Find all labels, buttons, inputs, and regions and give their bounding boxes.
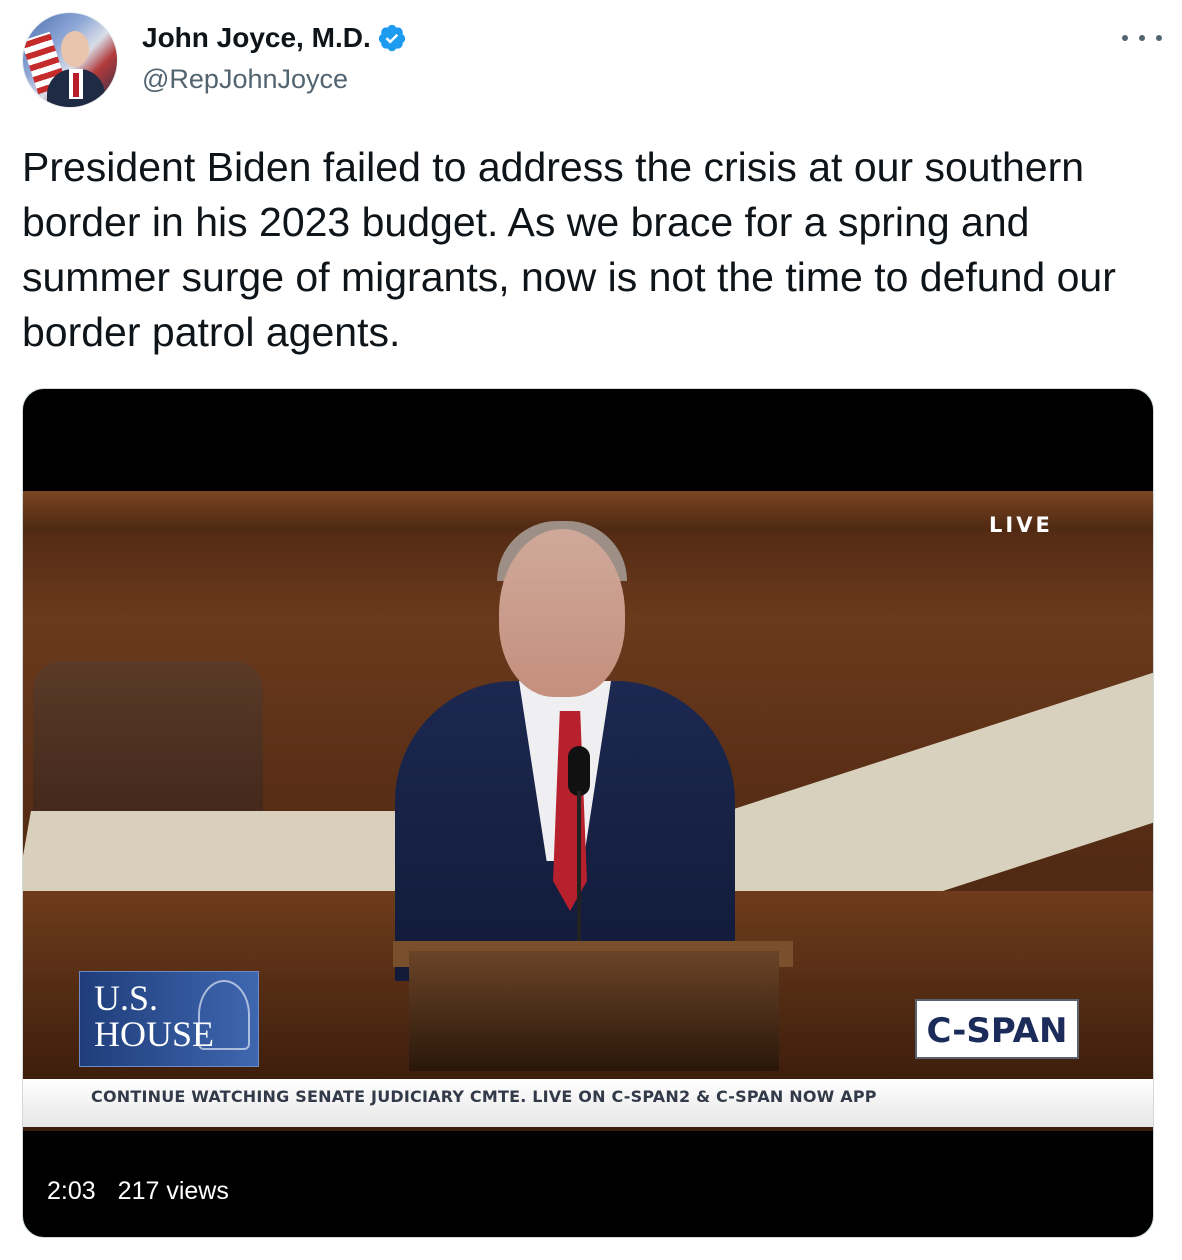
tweet-header: John Joyce, M.D. @RepJohnJoyce (22, 12, 1162, 112)
display-name[interactable]: John Joyce, M.D. (142, 22, 371, 54)
avatar-tie (73, 73, 79, 97)
live-label: LIVE (989, 513, 1053, 537)
video-frame[interactable]: LIVE U.S. HOUSE C-SPAN CONTINUE WATCHING… (23, 491, 1153, 1131)
speaker-head (499, 529, 625, 697)
name-row: John Joyce, M.D. (142, 22, 407, 54)
podium (409, 951, 779, 1071)
video-meta: 2:03 217 views (47, 1177, 229, 1206)
dot (1139, 35, 1145, 41)
microphone-stem (577, 791, 581, 961)
cspan-label: C-SPAN (926, 1011, 1068, 1051)
ticker-text: CONTINUE WATCHING SENATE JUDICIARY CMTE.… (91, 1087, 877, 1106)
cspan-logo: C-SPAN (915, 999, 1079, 1059)
dot (1156, 35, 1162, 41)
avatar[interactable] (22, 12, 118, 108)
video-player[interactable]: LIVE U.S. HOUSE C-SPAN CONTINUE WATCHING… (22, 388, 1154, 1238)
video-views: 217 views (117, 1177, 229, 1205)
us-house-logo: U.S. HOUSE (79, 971, 259, 1067)
user-handle[interactable]: @RepJohnJoyce (142, 64, 348, 95)
tweet-text: President Biden failed to address the cr… (22, 144, 1116, 355)
microphone (568, 746, 590, 796)
dot (1122, 35, 1128, 41)
news-ticker: CONTINUE WATCHING SENATE JUDICIARY CMTE.… (23, 1079, 1153, 1127)
house-label: U.S. HOUSE (94, 978, 215, 1054)
video-duration: 2:03 (47, 1177, 96, 1205)
more-options-icon[interactable] (1122, 28, 1162, 48)
verified-badge-icon (378, 24, 405, 52)
avatar-face (61, 31, 89, 67)
